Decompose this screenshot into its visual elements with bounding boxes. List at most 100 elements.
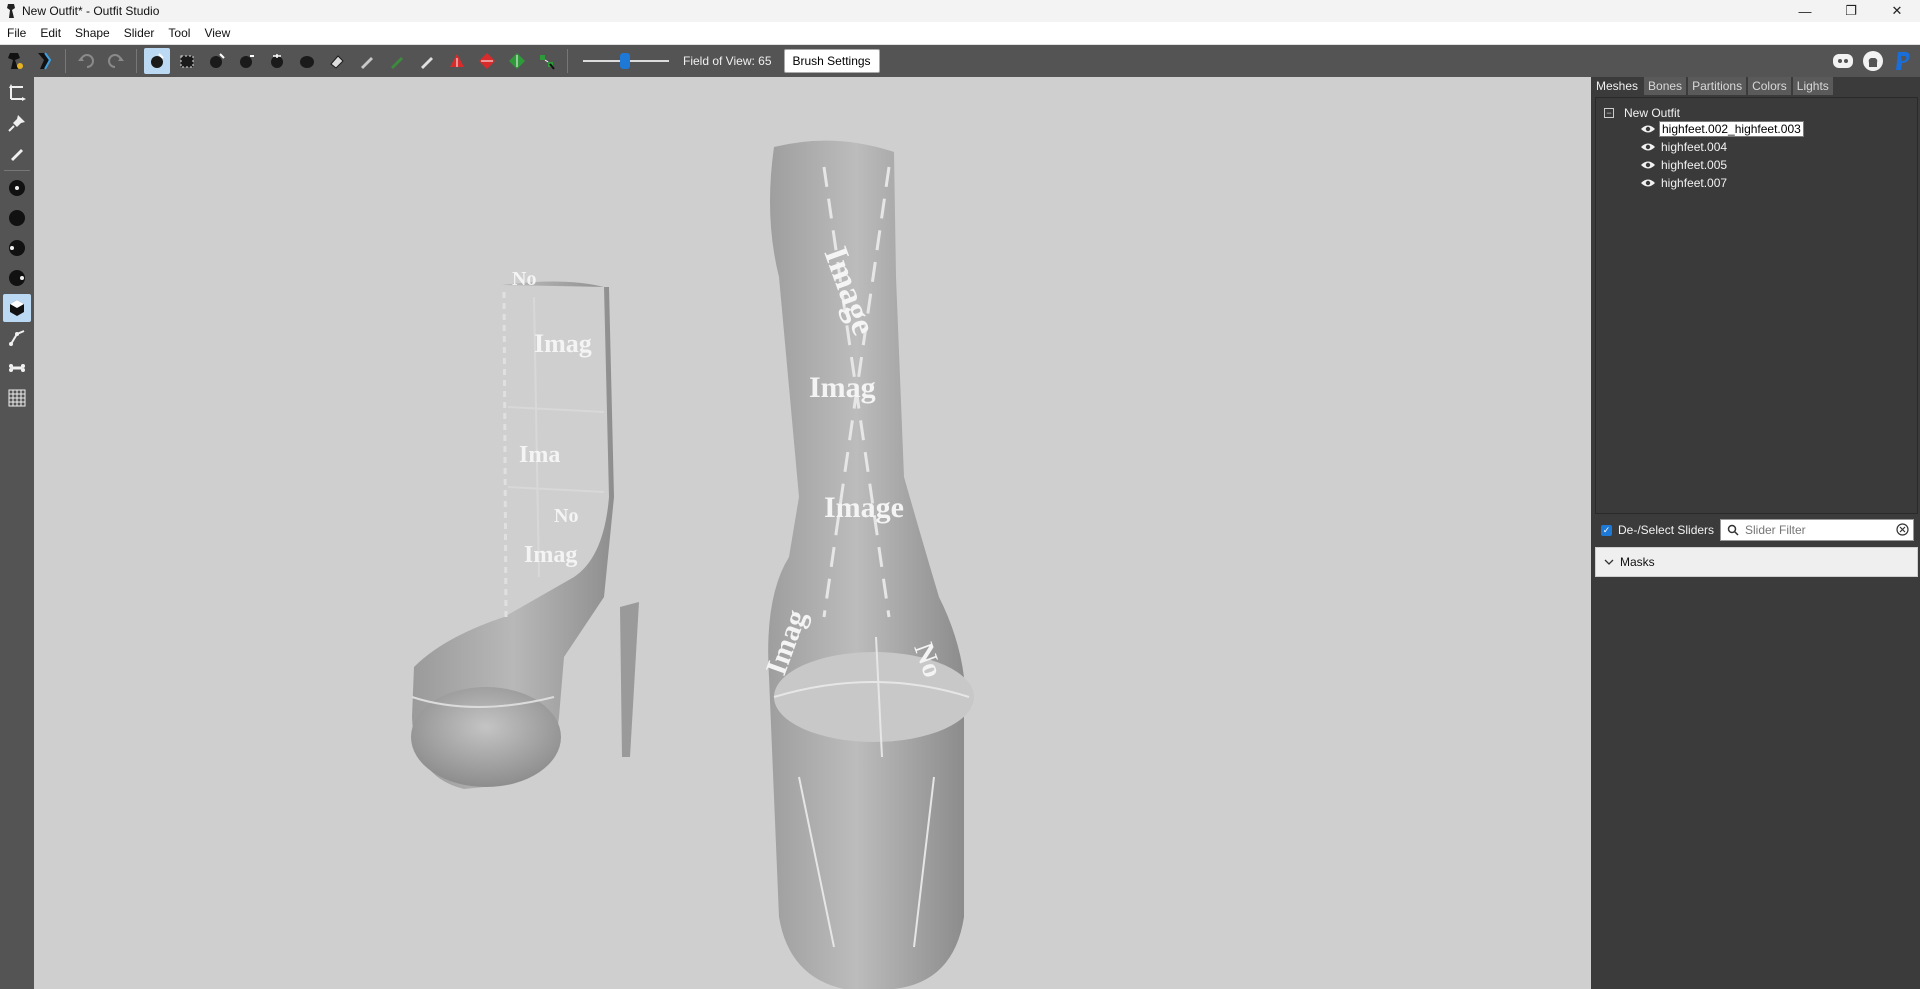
menu-slider[interactable]: Slider	[117, 26, 162, 40]
undiff-brush-icon[interactable]	[324, 48, 350, 74]
eye-icon[interactable]	[1640, 123, 1656, 135]
masks-label: Masks	[1620, 555, 1655, 569]
color-brush-icon[interactable]	[384, 48, 410, 74]
redo-icon[interactable]	[103, 48, 129, 74]
left-toolbar-separator	[4, 170, 30, 171]
move-icon[interactable]	[3, 79, 31, 107]
pivot-icon[interactable]	[474, 48, 500, 74]
select-brush-icon[interactable]	[144, 48, 170, 74]
eye-icon[interactable]	[1640, 141, 1656, 153]
app-icon	[7, 4, 15, 18]
toolbar-separator	[65, 49, 66, 73]
mesh-item-label: highfeet.004	[1661, 140, 1728, 154]
deselect-sliders-label: De-/Select Sliders	[1618, 523, 1715, 537]
tree-root-label: New Outfit	[1624, 106, 1681, 120]
deflate-brush-icon[interactable]	[234, 48, 260, 74]
transform-icon[interactable]	[444, 48, 470, 74]
mesh-item-1[interactable]: highfeet.002_highfeet.003	[1640, 120, 1804, 138]
left-boot-mesh: Imag No Ima Imag No	[411, 268, 639, 789]
search-icon	[1727, 524, 1739, 536]
right-panel: Meshes Bones Partitions Colors Lights − …	[1592, 77, 1920, 989]
menu-file[interactable]: File	[0, 26, 33, 40]
move-brush-icon[interactable]	[264, 48, 290, 74]
cube-icon[interactable]	[3, 294, 31, 322]
title-bar: New Outfit* - Outfit Studio — ❐ ✕	[0, 0, 1920, 22]
minimize-icon[interactable]: —	[1782, 0, 1828, 22]
svg-text:Imag: Imag	[524, 542, 577, 568]
bone-icon[interactable]	[3, 354, 31, 382]
mesh-item-label: highfeet.002_highfeet.003	[1659, 121, 1804, 137]
deselect-sliders-checkbox[interactable]: ✓ De-/Select Sliders	[1601, 523, 1714, 537]
brush-settings-button[interactable]: Brush Settings	[783, 49, 880, 73]
menu-bar: File Edit Shape Slider Tool View	[0, 22, 1920, 45]
slider-filter	[1720, 519, 1914, 541]
chevron-down-icon[interactable]	[1604, 558, 1614, 566]
svg-text:Imag: Imag	[809, 371, 876, 404]
svg-text:Imag: Imag	[534, 329, 592, 358]
clear-icon[interactable]	[1896, 523, 1909, 536]
slider-filter-input[interactable]	[1743, 522, 1887, 538]
svg-text:Image: Image	[824, 491, 904, 524]
fov-label: Field of View: 65	[683, 54, 772, 68]
panel-tabs: Meshes Bones Partitions Colors Lights	[1592, 77, 1835, 97]
eye-icon[interactable]	[1640, 177, 1656, 189]
tab-meshes[interactable]: Meshes	[1592, 77, 1643, 95]
smooth-brush-icon[interactable]	[294, 48, 320, 74]
fov-slider-thumb[interactable]	[620, 53, 630, 69]
menu-tool[interactable]: Tool	[161, 26, 197, 40]
mesh-tree[interactable]: − New Outfit highfeet.002_highfeet.003 h…	[1595, 97, 1918, 514]
svg-text:Ima: Ima	[519, 442, 560, 468]
mesh-item-4[interactable]: highfeet.007	[1640, 174, 1729, 192]
masks-section[interactable]: Masks	[1595, 547, 1918, 577]
tab-partitions[interactable]: Partitions	[1688, 77, 1747, 95]
restore-icon[interactable]: ❐	[1828, 0, 1874, 22]
toolbar-separator	[567, 49, 568, 73]
mesh-item-3[interactable]: highfeet.005	[1640, 156, 1729, 174]
slider-controls: ✓ De-/Select Sliders	[1592, 517, 1920, 543]
left-toolbar	[0, 77, 34, 989]
toolbar-separator	[136, 49, 137, 73]
eye-icon[interactable]	[1640, 159, 1656, 171]
main-toolbar: Field of View: 65 Brush Settings	[0, 45, 1920, 77]
svg-text:No: No	[554, 505, 578, 527]
undo-icon[interactable]	[73, 48, 99, 74]
menu-edit[interactable]: Edit	[33, 26, 68, 40]
mesh-item-label: highfeet.007	[1661, 176, 1728, 190]
mask-brush-icon[interactable]	[174, 48, 200, 74]
viewport-scene: Imag No Ima Imag No Image Imag Image Ima…	[411, 140, 974, 989]
tree-root[interactable]: − New Outfit	[1604, 106, 1680, 120]
menu-view[interactable]: View	[197, 26, 237, 40]
paypal-icon[interactable]	[1890, 48, 1916, 74]
weight-brush-icon[interactable]	[354, 48, 380, 74]
dot-quarter-icon[interactable]	[3, 264, 31, 292]
3d-viewport[interactable]: Imag No Ima Imag No Image Imag Image Ima…	[34, 77, 1591, 989]
dot-small-icon[interactable]	[3, 174, 31, 202]
tab-colors[interactable]: Colors	[1748, 77, 1791, 95]
checkbox-check-icon: ✓	[1601, 524, 1612, 536]
collapse-icon[interactable]: −	[1604, 108, 1614, 118]
pencil-icon[interactable]	[3, 139, 31, 167]
vertex-select-icon[interactable]	[504, 48, 530, 74]
fov-slider[interactable]	[583, 51, 669, 71]
svg-text:No: No	[512, 268, 536, 290]
load-reference-icon[interactable]	[2, 48, 28, 74]
github-icon[interactable]	[1860, 48, 1886, 74]
dot-half-icon[interactable]	[3, 234, 31, 262]
load-outfit-icon[interactable]	[32, 48, 58, 74]
close-icon[interactable]: ✕	[1874, 0, 1920, 22]
menu-shape[interactable]: Shape	[68, 26, 117, 40]
tab-bones[interactable]: Bones	[1644, 77, 1687, 95]
edge-icon[interactable]	[3, 324, 31, 352]
alpha-brush-icon[interactable]	[414, 48, 440, 74]
pin-icon[interactable]	[3, 109, 31, 137]
discord-icon[interactable]	[1830, 48, 1856, 74]
weld-icon[interactable]	[534, 48, 560, 74]
tab-lights[interactable]: Lights	[1792, 77, 1833, 95]
mesh-item-label: highfeet.005	[1661, 158, 1728, 172]
inflate-brush-icon[interactable]	[204, 48, 230, 74]
dot-large-icon[interactable]	[3, 204, 31, 232]
mesh-item-2[interactable]: highfeet.004	[1640, 138, 1729, 156]
grid-icon[interactable]	[3, 384, 31, 412]
right-boot-mesh: Image Imag Image Imag No	[760, 140, 974, 989]
window-title: New Outfit* - Outfit Studio	[22, 4, 160, 18]
